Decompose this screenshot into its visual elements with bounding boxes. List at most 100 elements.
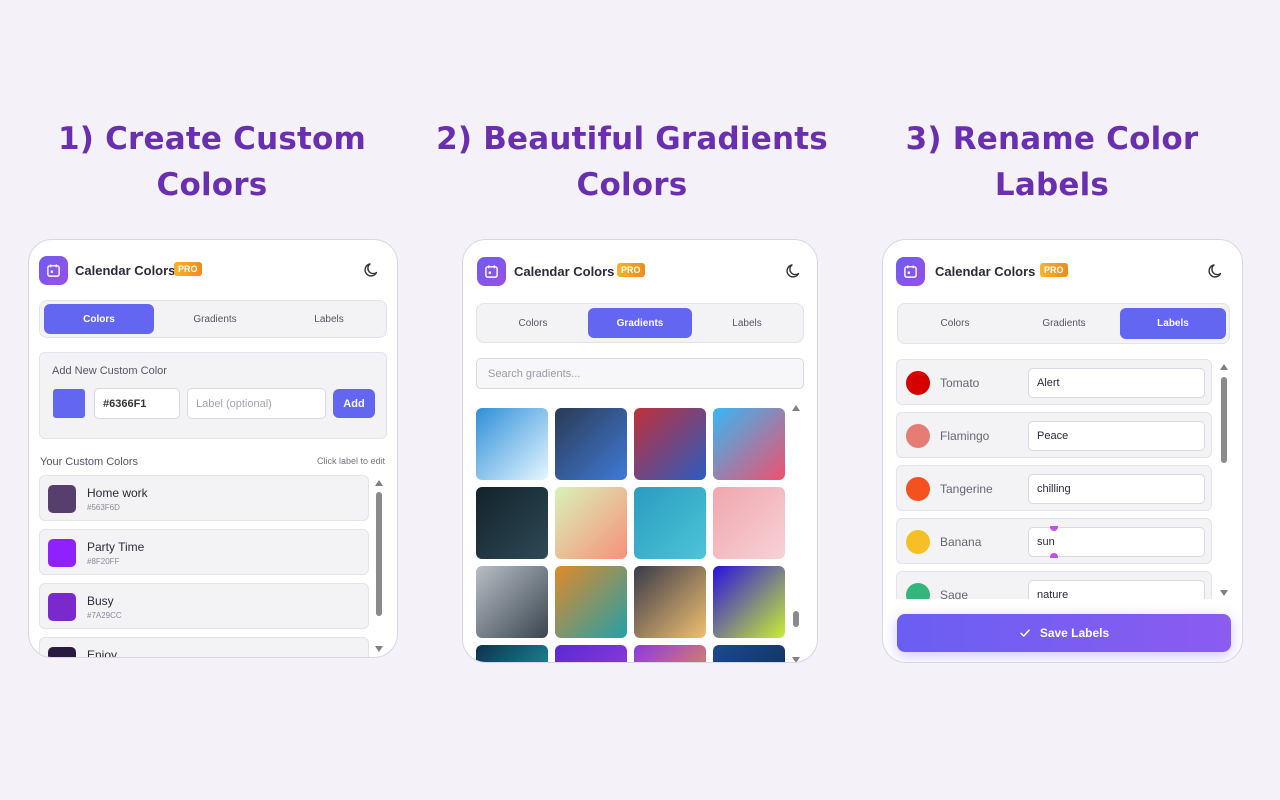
gradient-swatch[interactable] <box>555 487 627 559</box>
scrollbar-thumb[interactable] <box>793 611 799 627</box>
add-button[interactable]: Add <box>333 389 375 418</box>
gradient-swatch[interactable] <box>634 566 706 638</box>
app-title: Calendar Colors <box>75 263 176 278</box>
tab-colors[interactable]: Colors <box>902 308 1008 339</box>
color-name: Banana <box>940 535 982 549</box>
gradient-swatch[interactable] <box>555 645 627 662</box>
color-dot <box>906 371 930 395</box>
label-input[interactable]: sun <box>1028 526 1205 558</box>
label-input[interactable]: nature <box>1028 580 1205 599</box>
save-labels-text: Save Labels <box>1039 626 1110 640</box>
gradient-swatch[interactable] <box>634 645 706 662</box>
add-color-title: Add New Custom Color <box>52 365 167 377</box>
color-name: Flamingo <box>940 429 990 443</box>
tab-labels[interactable]: Labels <box>695 308 799 338</box>
color-swatch <box>48 485 76 513</box>
gradient-swatch[interactable] <box>476 566 548 638</box>
scroll-up-icon[interactable] <box>1220 364 1228 370</box>
color-dot <box>906 530 930 554</box>
list-item[interactable]: Enjoy <box>39 637 369 657</box>
list-item: Tangerine chilling <box>896 465 1212 511</box>
scroll-down-icon[interactable] <box>792 657 800 662</box>
gradient-swatch[interactable] <box>713 408 785 480</box>
scroll-down-icon[interactable] <box>1220 590 1228 596</box>
moon-icon[interactable] <box>785 262 803 280</box>
moon-icon[interactable] <box>363 261 381 279</box>
gradient-swatch[interactable] <box>476 408 548 480</box>
item-label[interactable]: Busy <box>87 594 114 608</box>
item-hex: #7A29CC <box>87 611 122 620</box>
gradient-swatch[interactable] <box>634 487 706 559</box>
scrollbar[interactable] <box>792 405 800 662</box>
label-input[interactable]: Alert <box>1028 368 1205 398</box>
tab-bar: Colors Gradients Labels <box>897 303 1230 344</box>
item-label[interactable]: Home work <box>87 486 148 500</box>
scrollbar-thumb[interactable] <box>1221 377 1227 463</box>
tab-colors[interactable]: Colors <box>44 304 154 334</box>
list-item[interactable]: Home work #563F6D <box>39 475 369 521</box>
panel-gradients: Calendar Colors PRO Colors Gradients Lab… <box>462 239 818 663</box>
tab-gradients[interactable]: Gradients <box>588 308 692 338</box>
scrollbar-thumb[interactable] <box>376 492 382 616</box>
tab-labels[interactable]: Labels <box>274 304 384 334</box>
gradient-swatch[interactable] <box>476 487 548 559</box>
gradient-swatch[interactable] <box>555 566 627 638</box>
item-hex: #563F6D <box>87 503 120 512</box>
item-label[interactable]: Party Time <box>87 540 144 554</box>
app-title: Calendar Colors <box>935 264 1036 279</box>
heading-rename-labels: 3) Rename Color Labels <box>852 116 1252 208</box>
add-color-form: Add New Custom Color #6366F1 Label (opti… <box>39 352 387 439</box>
moon-icon[interactable] <box>1207 262 1225 280</box>
tab-gradients[interactable]: Gradients <box>160 304 270 334</box>
heading-line: Colors <box>156 167 268 203</box>
tab-colors[interactable]: Colors <box>481 308 585 338</box>
gradient-grid <box>476 408 788 662</box>
calendar-icon <box>39 256 68 285</box>
gradient-swatch[interactable] <box>713 566 785 638</box>
gradient-swatch[interactable] <box>713 645 785 662</box>
color-dot <box>906 583 930 599</box>
color-name: Sage <box>940 588 969 599</box>
hex-input[interactable]: #6366F1 <box>94 388 180 419</box>
scroll-up-icon[interactable] <box>375 480 383 486</box>
color-dot <box>906 477 930 501</box>
gradient-swatch[interactable] <box>476 645 548 662</box>
tab-labels[interactable]: Labels <box>1120 308 1226 339</box>
label-input[interactable]: Label (optional) <box>187 388 326 419</box>
heading-line: 3) Rename Color <box>905 121 1199 157</box>
color-picker-swatch[interactable] <box>53 389 85 418</box>
label-input[interactable]: Peace <box>1028 421 1205 451</box>
label-list: Tomato Alert Flamingo Peace Tangerine ch… <box>896 359 1214 599</box>
save-labels-button[interactable]: Save Labels <box>897 614 1231 652</box>
app-header: Calendar Colors PRO <box>896 257 1232 287</box>
label-input[interactable]: chilling <box>1028 474 1205 504</box>
item-hex: #8F20FF <box>87 557 120 566</box>
list-item: Flamingo Peace <box>896 412 1212 458</box>
scroll-down-icon[interactable] <box>375 646 383 652</box>
tab-bar: Colors Gradients Labels <box>476 303 804 343</box>
panel-labels: Calendar Colors PRO Colors Gradients Lab… <box>882 239 1243 663</box>
gradient-swatch[interactable] <box>555 408 627 480</box>
heading-gradients: 2) Beautiful Gradients Colors <box>432 116 832 208</box>
list-item[interactable]: Party Time #8F20FF <box>39 529 369 575</box>
scrollbar[interactable] <box>1220 364 1228 596</box>
gradient-swatch[interactable] <box>634 408 706 480</box>
heading-line: 1) Create Custom <box>57 121 367 157</box>
scroll-up-icon[interactable] <box>792 405 800 411</box>
gradient-swatch[interactable] <box>713 487 785 559</box>
text-cursor-handle <box>1050 553 1058 558</box>
heading-line: Colors <box>576 167 688 203</box>
heading-line: 2) Beautiful Gradients <box>436 121 828 157</box>
heading-line: Labels <box>994 167 1110 203</box>
scrollbar[interactable] <box>375 480 383 652</box>
section-hint: Click label to edit <box>316 456 385 466</box>
search-input[interactable]: Search gradients... <box>476 358 804 389</box>
item-label[interactable]: Enjoy <box>87 648 117 657</box>
pro-badge: PRO <box>174 262 202 276</box>
list-item[interactable]: Busy #7A29CC <box>39 583 369 629</box>
list-item: Banana sun <box>896 518 1212 564</box>
color-swatch <box>48 647 76 657</box>
tab-gradients[interactable]: Gradients <box>1011 308 1117 339</box>
label-input-text: sun <box>1037 536 1055 548</box>
app-header: Calendar Colors PRO <box>39 256 387 286</box>
